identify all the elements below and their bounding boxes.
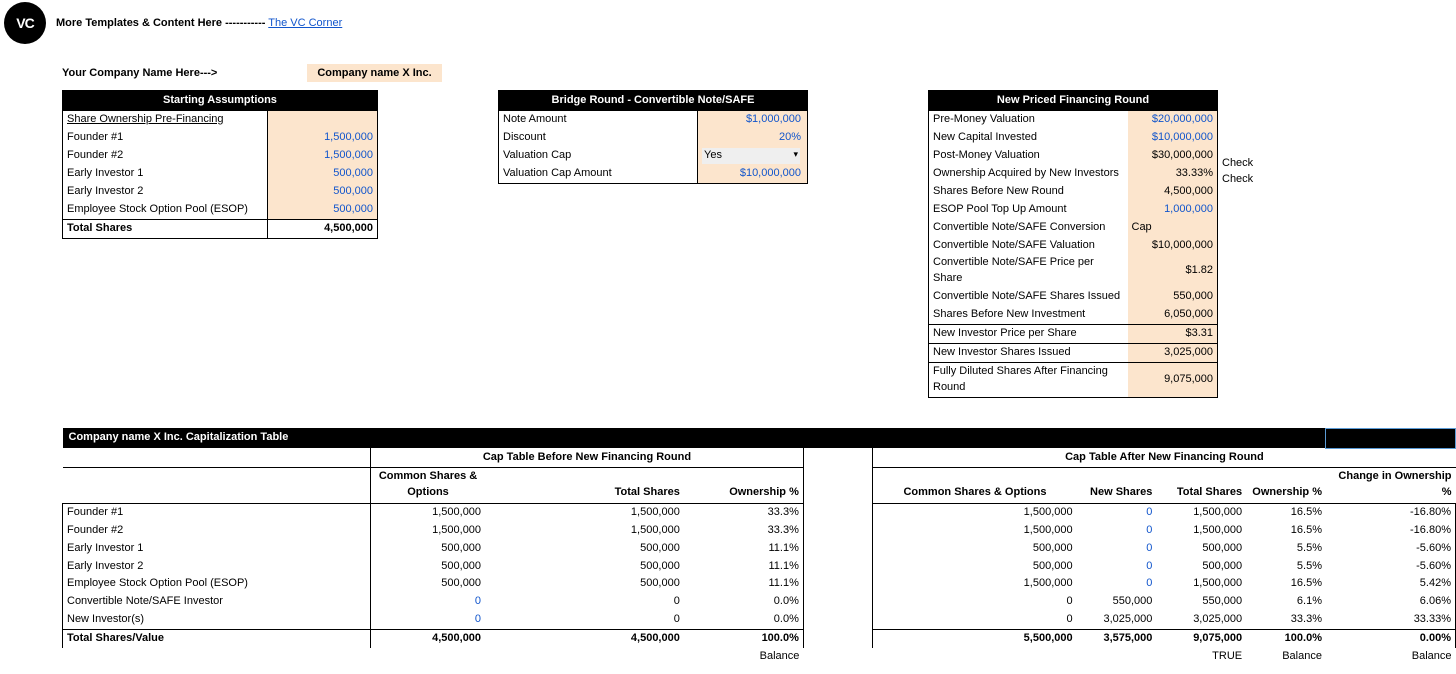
- tot-a1: 3,575,000: [1077, 630, 1157, 648]
- col-b1: Total Shares: [485, 467, 684, 503]
- tot-b2: 100.0%: [684, 630, 804, 648]
- premoney-label: Pre-Money Valuation: [929, 111, 1128, 129]
- postmoney-label: Post-Money Valuation: [929, 147, 1128, 165]
- newinvshares-value: 3,025,000: [1128, 344, 1218, 363]
- after-header: Cap Table After New Financing Round: [873, 448, 1456, 467]
- cap-title: Company name X Inc. Capitalization Table: [63, 428, 1326, 448]
- valcap-amount-value[interactable]: $10,000,000: [698, 165, 808, 183]
- shares-before-value: 4,500,000: [1128, 183, 1218, 201]
- convshares-value: 550,000: [1128, 288, 1218, 306]
- vc-corner-link[interactable]: The VC Corner: [268, 17, 342, 29]
- before-header: Cap Table Before New Financing Round: [371, 448, 804, 467]
- col-b2: Ownership %: [684, 467, 804, 503]
- tot-b0: 4,500,000: [371, 630, 486, 648]
- esoptop-label: ESOP Pool Top Up Amount: [929, 201, 1128, 219]
- table-row: Early Investor 2500,000500,00011.1%500,0…: [63, 558, 1456, 576]
- vc-logo: VC: [4, 2, 46, 44]
- balance-a1: Balance: [1246, 648, 1326, 666]
- ownership-value: 33.33%: [1128, 165, 1218, 183]
- esoptop-value[interactable]: 1,000,000: [1128, 201, 1218, 219]
- bridge-title: Bridge Round - Convertible Note/SAFE: [499, 91, 808, 111]
- col-a3: Ownership %: [1246, 467, 1326, 503]
- founder2-value[interactable]: 1,500,000: [268, 147, 378, 165]
- note-amount-label: Note Amount: [499, 111, 698, 129]
- founder2-label: Founder #2: [63, 147, 268, 165]
- esop-label: Employee Stock Option Pool (ESOP): [63, 201, 268, 219]
- note-amount-value[interactable]: $1,000,000: [698, 111, 808, 129]
- table-row: Founder #21,500,0001,500,00033.3%1,500,0…: [63, 522, 1456, 540]
- total-row-label: Total Shares/Value: [63, 630, 371, 648]
- early2-label: Early Investor 2: [63, 183, 268, 201]
- priced-round-table: New Priced Financing Round Pre-Money Val…: [928, 90, 1218, 398]
- fullydiluted-value: 9,075,000: [1128, 363, 1218, 398]
- convprice-value: $1.82: [1128, 254, 1218, 288]
- col-a1: New Shares: [1077, 467, 1157, 503]
- tot-a4: 0.00%: [1326, 630, 1456, 648]
- balance-b: Balance: [684, 648, 804, 666]
- col-a2: Total Shares: [1156, 467, 1246, 503]
- premoney-value[interactable]: $20,000,000: [1128, 111, 1218, 129]
- sharesbefinv-value: 6,050,000: [1128, 306, 1218, 324]
- your-company-label: Your Company Name Here--->: [62, 67, 217, 79]
- discount-label: Discount: [499, 129, 698, 147]
- tot-b1: 4,500,000: [485, 630, 684, 648]
- founder1-label: Founder #1: [63, 129, 268, 147]
- table-row: Early Investor 1500,000500,00011.1%500,0…: [63, 540, 1456, 558]
- check-column: Check Check: [1218, 90, 1253, 398]
- tot-a3: 100.0%: [1246, 630, 1326, 648]
- ownership-label: Ownership Acquired by New Investors: [929, 165, 1128, 183]
- table-row: Founder #11,500,0001,500,00033.3%1,500,0…: [63, 503, 1456, 521]
- conv-label: Convertible Note/SAFE Conversion: [929, 219, 1128, 237]
- newinvprice-value: $3.31: [1128, 325, 1218, 344]
- sharesbefinv-label: Shares Before New Investment: [929, 306, 1128, 324]
- tot-a2: 9,075,000: [1156, 630, 1246, 648]
- pre-financing-label: Share Ownership Pre-Financing: [63, 111, 268, 129]
- balance-true: TRUE: [1156, 648, 1246, 666]
- valcap-dropdown[interactable]: Yes: [702, 148, 800, 164]
- newinvprice-label: New Investor Price per Share: [929, 325, 1128, 344]
- cap-table: Company name X Inc. Capitalization Table…: [62, 428, 1456, 666]
- newcap-value[interactable]: $10,000,000: [1128, 129, 1218, 147]
- total-shares-value: 4,500,000: [268, 219, 378, 238]
- early1-value[interactable]: 500,000: [268, 165, 378, 183]
- col-b0: Common Shares & Options: [371, 467, 486, 503]
- convval-label: Convertible Note/SAFE Valuation: [929, 237, 1128, 255]
- newcap-label: New Capital Invested: [929, 129, 1128, 147]
- founder1-value[interactable]: 1,500,000: [268, 129, 378, 147]
- col-a4: Change in Ownership %: [1326, 467, 1456, 503]
- shares-before-label: Shares Before New Round: [929, 183, 1128, 201]
- conv-value: Cap: [1128, 219, 1218, 237]
- starting-assumptions-table: Starting Assumptions Share Ownership Pre…: [62, 90, 378, 239]
- valcap-amount-label: Valuation Cap Amount: [499, 165, 698, 183]
- valcap-label: Valuation Cap: [499, 147, 698, 165]
- table-row: Convertible Note/SAFE Investor000.0%0550…: [63, 593, 1456, 611]
- convval-value: $10,000,000: [1128, 237, 1218, 255]
- discount-value[interactable]: 20%: [698, 129, 808, 147]
- balance-a2: Balance: [1326, 648, 1456, 666]
- col-a0: Common Shares & Options: [873, 467, 1077, 503]
- table-row: New Investor(s)000.0%03,025,0003,025,000…: [63, 611, 1456, 629]
- convprice-label: Convertible Note/SAFE Price per Share: [929, 254, 1128, 288]
- early2-value[interactable]: 500,000: [268, 183, 378, 201]
- check-shares: Check: [1218, 173, 1253, 190]
- cap-title-edge: [1326, 428, 1456, 448]
- check-ownership: Check: [1218, 157, 1253, 174]
- newinvshares-label: New Investor Shares Issued: [929, 344, 1128, 363]
- esop-value[interactable]: 500,000: [268, 201, 378, 219]
- company-name-input[interactable]: Company name X Inc.: [307, 64, 441, 82]
- priced-title: New Priced Financing Round: [929, 91, 1218, 111]
- table-row: Employee Stock Option Pool (ESOP)500,000…: [63, 575, 1456, 593]
- early1-label: Early Investor 1: [63, 165, 268, 183]
- more-templates-text: More Templates & Content Here ----------…: [56, 17, 265, 29]
- start-title: Starting Assumptions: [63, 91, 378, 111]
- convshares-label: Convertible Note/SAFE Shares Issued: [929, 288, 1128, 306]
- tot-a0: 5,500,000: [873, 630, 1077, 648]
- bridge-round-table: Bridge Round - Convertible Note/SAFE Not…: [498, 90, 808, 184]
- total-shares-label: Total Shares: [63, 219, 268, 238]
- fullydiluted-label: Fully Diluted Shares After Financing Rou…: [929, 363, 1128, 398]
- postmoney-value: $30,000,000: [1128, 147, 1218, 165]
